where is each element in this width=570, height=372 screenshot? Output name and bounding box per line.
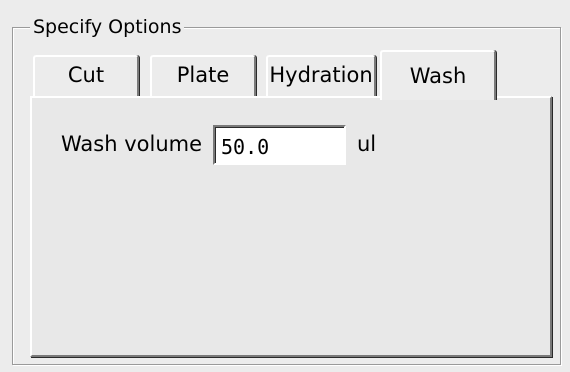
tab-plate[interactable]: Plate bbox=[150, 55, 256, 97]
groupbox-title: Specify Options bbox=[30, 14, 185, 40]
options-window: Specify Options Cut Plate Hydration Wash… bbox=[0, 0, 570, 372]
wash-tab-panel: Wash volume ul bbox=[30, 96, 552, 357]
wash-volume-unit: ul bbox=[357, 132, 377, 156]
tab-cut[interactable]: Cut bbox=[33, 55, 139, 97]
wash-volume-label: Wash volume bbox=[61, 132, 203, 156]
wash-volume-input[interactable] bbox=[213, 125, 346, 165]
tab-wash[interactable]: Wash bbox=[380, 50, 496, 100]
tab-hydration[interactable]: Hydration bbox=[266, 55, 376, 97]
